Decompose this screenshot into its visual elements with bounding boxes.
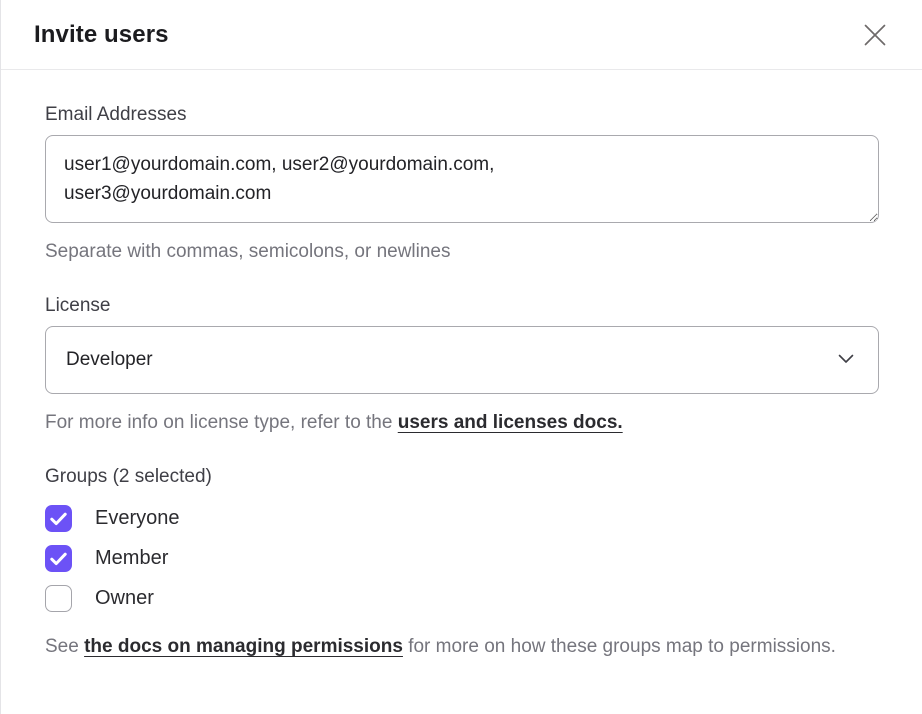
- groups-helper-text: See the docs on managing permissions for…: [45, 632, 878, 661]
- modal-title: Invite users: [34, 21, 169, 49]
- check-icon: [50, 552, 67, 566]
- check-icon: [50, 512, 67, 526]
- managing-permissions-docs-link[interactable]: the docs on managing permissions: [84, 636, 403, 657]
- checkbox-label-everyone: Everyone: [95, 507, 180, 530]
- email-helper-text: Separate with commas, semicolons, or new…: [45, 237, 878, 266]
- groups-helper-suffix: for more on how these groups map to perm…: [403, 636, 836, 657]
- invite-users-modal: Invite users Email Addresses user1@yourd…: [0, 0, 922, 714]
- license-helper-prefix: For more info on license type, refer to …: [45, 412, 398, 433]
- users-and-licenses-docs-link[interactable]: users and licenses docs.: [398, 412, 623, 433]
- chevron-down-icon: [838, 351, 854, 369]
- close-button[interactable]: [858, 18, 892, 52]
- checkbox-label-owner: Owner: [95, 587, 154, 610]
- checkbox-member[interactable]: [45, 545, 72, 572]
- groups-label: Groups (2 selected): [45, 466, 878, 488]
- license-selected-value: Developer: [66, 349, 153, 371]
- modal-header: Invite users: [1, 0, 922, 70]
- modal-body: Email Addresses user1@yourdomain.com, us…: [1, 70, 922, 661]
- checkbox-everyone[interactable]: [45, 505, 72, 532]
- checkbox-row-everyone[interactable]: Everyone: [45, 505, 180, 532]
- checkbox-row-member[interactable]: Member: [45, 545, 168, 572]
- close-icon: [862, 22, 888, 48]
- checkbox-owner[interactable]: [45, 585, 72, 612]
- checkbox-label-member: Member: [95, 547, 168, 570]
- groups-helper-prefix: See: [45, 636, 84, 657]
- license-label: License: [45, 295, 878, 317]
- email-addresses-textarea[interactable]: user1@yourdomain.com, user2@yourdomain.c…: [45, 135, 879, 223]
- license-select[interactable]: Developer: [45, 326, 879, 394]
- license-helper-text: For more info on license type, refer to …: [45, 408, 878, 437]
- checkbox-row-owner[interactable]: Owner: [45, 585, 154, 612]
- email-addresses-label: Email Addresses: [45, 104, 878, 126]
